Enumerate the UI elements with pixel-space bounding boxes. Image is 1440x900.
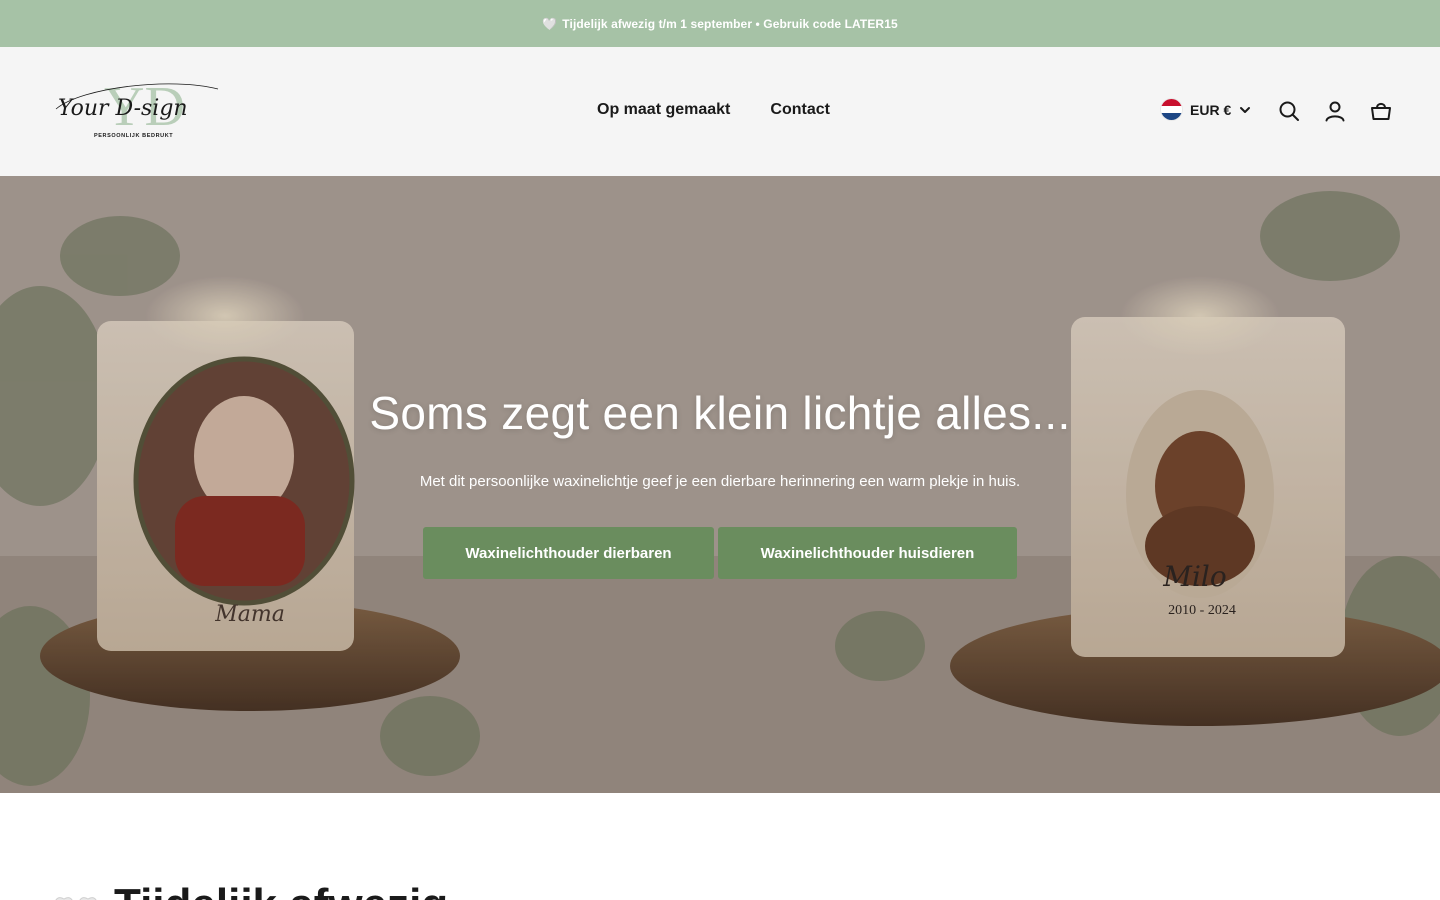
logo-script: Your D-sign [58, 96, 188, 121]
white-hearts-icon [55, 897, 97, 900]
announcement-text: Tijdelijk afwezig t/m 1 september • Gebr… [562, 16, 898, 31]
netherlands-flag-icon [1161, 99, 1182, 120]
section-heading-text: Tijdelijk afwezig ... [114, 880, 497, 900]
site-header: YD Your D-sign PERSOONLIJK BEDRUKT Op ma… [0, 47, 1440, 176]
white-heart-icon: 🤍 [542, 16, 558, 31]
main-nav: Op maat gemaakt Contact [597, 101, 830, 119]
chevron-down-icon [1240, 106, 1251, 113]
site-logo[interactable]: YD Your D-sign PERSOONLIJK BEDRUKT [52, 79, 222, 143]
account-icon[interactable] [1324, 100, 1346, 122]
cart-icon[interactable] [1370, 100, 1392, 122]
hero-subtitle: Met dit persoonlijke waxinelichtje geef … [419, 473, 1021, 490]
hero-title: Soms zegt een klein lichtje alles... [369, 387, 1071, 439]
currency-selector[interactable]: EUR € [1161, 99, 1251, 120]
section-heading: Tijdelijk afwezig ... [52, 880, 497, 900]
dierbaren-button[interactable]: Waxinelichthouder dierbaren [423, 527, 714, 579]
logo-tagline: PERSOONLIJK BEDRUKT [94, 133, 173, 139]
nav-link-contact[interactable]: Contact [770, 101, 830, 119]
search-icon[interactable] [1278, 100, 1300, 122]
currency-label: EUR € [1190, 101, 1232, 118]
nav-link-op-maat-gemaakt[interactable]: Op maat gemaakt [597, 101, 730, 119]
announcement-bar: 🤍 Tijdelijk afwezig t/m 1 september • Ge… [0, 0, 1440, 47]
huisdieren-button[interactable]: Waxinelichthouder huisdieren [718, 527, 1017, 579]
